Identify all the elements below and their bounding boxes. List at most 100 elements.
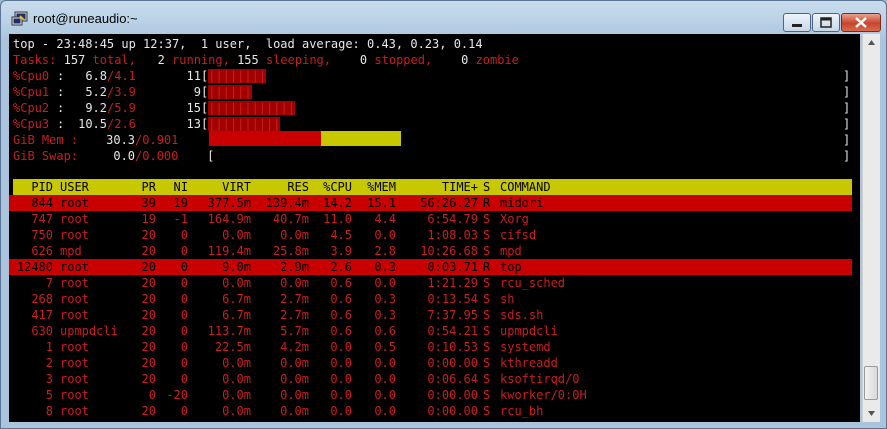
process-mem: 0.3 — [374, 292, 396, 306]
process-cmd: cifsd — [500, 228, 537, 242]
cpu-line: %Cpu1:5.2/3.9 9[|||||| — [13, 84, 252, 100]
cpu-line: %Cpu3:10.5/2.6 13[|||||||||| — [13, 116, 281, 132]
process-pr: 20 — [141, 372, 156, 386]
process-user: root — [60, 372, 89, 386]
process-ni: -20 — [166, 388, 188, 402]
cpu-value: 9.2 — [85, 101, 107, 115]
process-cpu: 4.5 — [330, 228, 352, 242]
process-virt: 0.0m — [222, 388, 251, 402]
maximize-icon — [820, 17, 832, 28]
process-pr: 20 — [141, 324, 156, 338]
cpu-value: 5.2 — [85, 85, 107, 99]
process-ni: -1 — [173, 212, 188, 226]
column-header-s: S — [483, 180, 491, 194]
terminal-window: root@runeaudio:~ top - 23:48:45 up 12:37… — [0, 0, 887, 429]
minimize-button[interactable] — [783, 13, 811, 32]
process-virt: 9.0m — [222, 260, 251, 274]
tasks-total: 157 — [63, 53, 86, 67]
process-ni: 0 — [180, 260, 188, 274]
process-cmd: ksoftirqd/0 — [500, 372, 580, 386]
process-pid: 3 — [45, 372, 53, 386]
mem-line: GiB Mem :30.3/0.901[ — [13, 132, 242, 148]
scroll-up-icon[interactable] — [863, 34, 880, 51]
process-user: root — [60, 228, 89, 242]
process-ni: 0 — [180, 308, 188, 322]
process-pid: 268 — [31, 292, 53, 306]
cpu-sep: : — [57, 117, 65, 131]
tasks-total-label: total, — [92, 53, 136, 67]
process-pr: 39 — [141, 196, 156, 210]
column-header-user: USER — [60, 180, 89, 194]
close-icon — [855, 17, 867, 28]
process-s: S — [483, 372, 491, 386]
process-cmd: rcu_sched — [500, 276, 566, 290]
process-ni: 0 — [180, 324, 188, 338]
process-mem: 0.6 — [374, 324, 396, 338]
process-virt: 0.0m — [222, 228, 251, 242]
process-pid: 7 — [45, 276, 53, 290]
process-time: 6:54.79 — [427, 212, 478, 226]
scroll-down-icon[interactable] — [863, 405, 880, 422]
process-pid: 417 — [31, 308, 53, 322]
cpu-count: 11 — [186, 69, 201, 83]
process-cpu: 0.0 — [330, 356, 352, 370]
swap-close-bracket: ] — [843, 149, 851, 163]
process-mem: 0.0 — [374, 372, 396, 386]
process-virt: 0.0m — [222, 356, 251, 370]
process-time: 56:26.27 — [420, 196, 478, 210]
process-pid: 626 — [31, 244, 53, 258]
process-cmd: midori — [500, 196, 544, 210]
mem-value: 30.3 — [106, 133, 136, 147]
process-user: root — [60, 292, 89, 306]
process-user: root — [60, 196, 89, 210]
uptime-line: top - 23:48:45 up 12:37, 1 user, load av… — [13, 36, 483, 52]
process-virt: 164.9m — [207, 212, 251, 226]
process-res: 0.0m — [280, 276, 309, 290]
putty-terminal-icon[interactable] — [11, 11, 29, 27]
maximize-button[interactable] — [812, 13, 840, 32]
process-virt: 113.7m — [207, 324, 251, 338]
process-virt: 119.4m — [207, 244, 251, 258]
process-cmd: mpd — [500, 244, 522, 258]
scrollbar-thumb[interactable] — [864, 366, 878, 400]
process-cpu: 0.0 — [330, 340, 352, 354]
process-res: 2.9m — [280, 260, 309, 274]
close-button[interactable] — [841, 13, 881, 32]
process-res: 139.4m — [265, 196, 309, 210]
cpu-close-bracket: ] — [843, 101, 851, 115]
process-cpu: 11.0 — [323, 212, 352, 226]
process-cpu: 0.0 — [330, 372, 352, 386]
process-pid: 8 — [45, 404, 53, 418]
terminal-output[interactable]: top - 23:48:45 up 12:37, 1 user, load av… — [9, 34, 860, 422]
cpu-name: %Cpu1 — [13, 85, 50, 99]
swap-value: 0.0 — [113, 149, 136, 163]
process-mem: 0.0 — [374, 388, 396, 402]
cpu-close-bracket: ] — [843, 117, 851, 131]
swap-open-bracket: [ — [207, 149, 215, 163]
cpu-usage-bars: |||||||||| — [208, 117, 281, 131]
process-virt: 6.7m — [222, 292, 251, 306]
process-res: 0.0m — [280, 356, 309, 370]
process-cmd: Xorg — [500, 212, 529, 226]
process-s: R — [483, 260, 491, 274]
title-bar[interactable]: root@runeaudio:~ — [1, 1, 886, 35]
process-virt: 377.5m — [207, 196, 251, 210]
process-s: S — [483, 356, 491, 370]
process-user: root — [60, 404, 89, 418]
process-cmd: upmpdcli — [500, 324, 558, 338]
process-virt: 0.0m — [222, 372, 251, 386]
column-header-ni: NI — [173, 180, 188, 194]
column-header-cpu: %CPU — [323, 180, 352, 194]
process-s: S — [483, 292, 491, 306]
cpu-usage-bars: |||||||||||| — [208, 101, 295, 115]
vertical-scrollbar[interactable] — [862, 34, 880, 422]
process-cpu: 0.6 — [330, 308, 352, 322]
process-res: 0.0m — [280, 388, 309, 402]
process-res: 4.2m — [280, 340, 309, 354]
process-pr: 20 — [141, 244, 156, 258]
mem-used-bar — [209, 131, 321, 146]
cpu-line: %Cpu2:9.2/5.9 15[|||||||||||| — [13, 100, 295, 116]
uptime-text: top - 23:48:45 up 12:37, 1 user, load av… — [13, 37, 483, 51]
process-user: root — [60, 212, 89, 226]
process-pid: 844 — [31, 196, 53, 210]
